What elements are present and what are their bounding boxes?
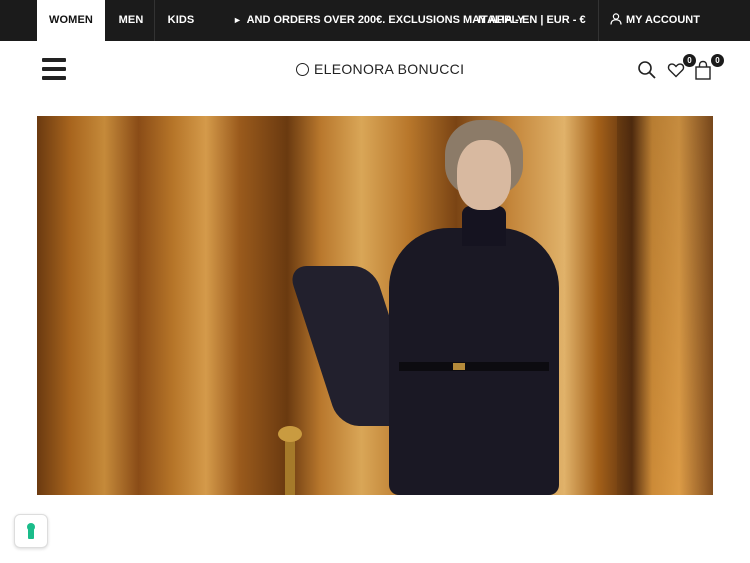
tab-women[interactable]: WOMEN — [37, 0, 105, 41]
locale-selector[interactable]: ITALIA - EN | EUR - € — [478, 0, 586, 41]
brass-stand — [285, 436, 295, 495]
top-bar: WOMEN MEN KIDS ► AND ORDERS OVER 200€. E… — [0, 0, 750, 41]
heart-icon[interactable] — [667, 61, 685, 79]
logo-text: ELEONORA BONUCCI — [314, 61, 465, 77]
search-icon[interactable] — [637, 60, 657, 80]
circle-logo-icon — [296, 63, 309, 76]
account-label: MY ACCOUNT — [626, 14, 700, 26]
hamburger-menu-icon[interactable] — [42, 58, 66, 80]
site-logo[interactable]: ELEONORA BONUCCI — [296, 59, 464, 79]
play-arrow-icon: ► — [233, 15, 242, 25]
tab-men[interactable]: MEN — [108, 0, 155, 41]
hero-image[interactable] — [37, 116, 713, 495]
cart-count-badge: 0 — [711, 54, 724, 67]
privacy-settings-button[interactable] — [14, 514, 48, 548]
divider — [598, 0, 599, 41]
shopping-bag-icon[interactable] — [694, 60, 712, 80]
user-icon — [610, 13, 622, 25]
tab-kids[interactable]: KIDS — [156, 0, 206, 41]
my-account-link[interactable]: MY ACCOUNT — [610, 0, 700, 41]
